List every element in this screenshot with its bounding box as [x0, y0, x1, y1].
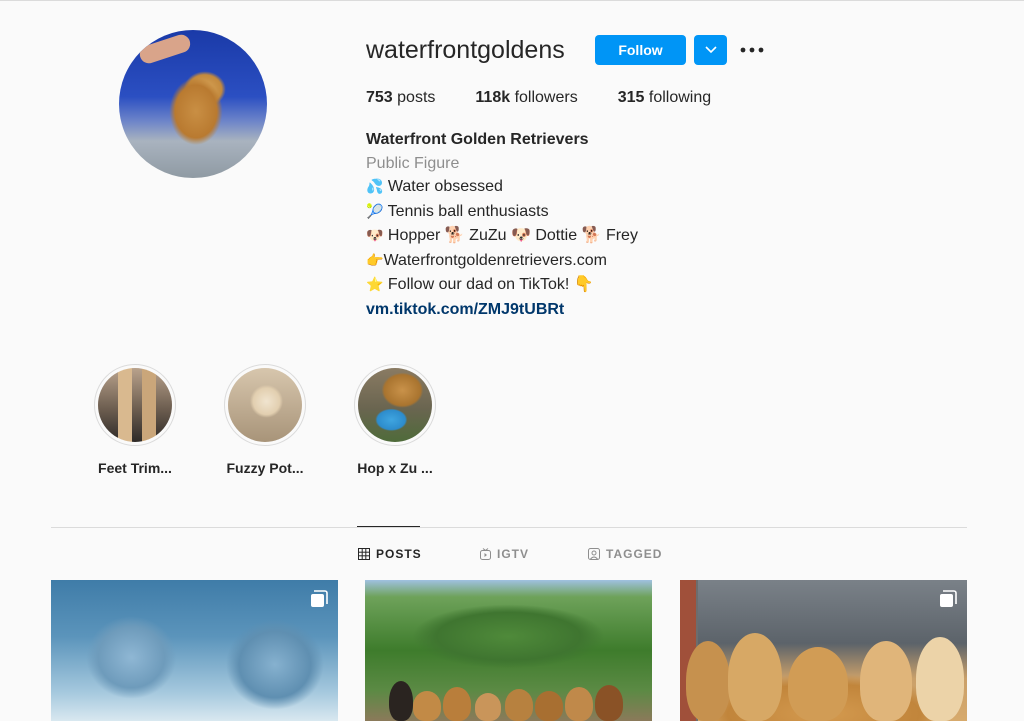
highlight-cover-image [358, 368, 432, 442]
bio-line: 🎾 Tennis ball enthusiasts [366, 202, 549, 220]
follow-button[interactable]: Follow [595, 35, 686, 65]
pointing-hand-icon: 👉 [366, 252, 384, 269]
bio-line: ⭐ Follow our dad on TikTok! 👇 [366, 276, 594, 293]
highlight-ring [354, 364, 436, 446]
igtv-icon [480, 548, 491, 560]
highlight-label: Hop x Zu ... [357, 460, 433, 476]
highlight-item[interactable]: Feet Trim... [85, 364, 185, 476]
profile-stats: 753 posts 118k followers 315 following [366, 89, 751, 107]
star-icon: ⭐ [366, 277, 384, 293]
post-thumbnail[interactable] [51, 580, 338, 721]
tagged-icon [588, 548, 600, 560]
following-count[interactable]: 315 following [618, 89, 711, 107]
dogs-in-photo [365, 675, 652, 721]
highlight-item[interactable]: Hop x Zu ... [345, 364, 445, 476]
highlight-cover-image [228, 368, 302, 442]
tabs-divider [51, 527, 967, 528]
active-tab-indicator [357, 526, 420, 527]
highlight-label: Feet Trim... [98, 460, 172, 476]
dogs-in-photo [680, 631, 967, 721]
highlight-ring [224, 364, 306, 446]
ellipsis-icon [740, 47, 764, 53]
tab-label: TAGGED [606, 547, 663, 561]
tab-label: IGTV [497, 547, 530, 561]
post-thumbnail[interactable] [365, 580, 652, 721]
followers-count[interactable]: 118k followers [475, 89, 577, 107]
suggested-accounts-button[interactable] [694, 35, 727, 65]
tab-posts[interactable]: POSTS [358, 547, 422, 561]
bio-line: 👉Waterfrontgoldenretrievers.com [366, 251, 607, 269]
carousel-icon [940, 590, 957, 607]
profile-avatar[interactable] [119, 30, 267, 178]
dog-face-icon: 🐶 [366, 228, 384, 244]
profile-bio: Waterfront Golden Retrievers Public Figu… [366, 128, 638, 321]
carousel-icon [311, 590, 328, 607]
more-options-button[interactable] [738, 38, 766, 62]
highlight-cover-image [98, 368, 172, 442]
bio-line: 🐶 Hopper 🐕 ZuZu 🐶 Dottie 🐕 Frey [366, 227, 638, 244]
bio-line: 💦 Water obsessed [366, 178, 503, 195]
profile-category: Public Figure [366, 154, 460, 172]
tab-label: POSTS [376, 547, 422, 561]
posts-count: 753 posts [366, 89, 436, 106]
profile-username: waterfrontgoldens [366, 36, 565, 64]
avatar-hand-detail [137, 32, 193, 66]
tab-tagged[interactable]: TAGGED [588, 547, 662, 561]
droplets-icon: 💦 [366, 179, 384, 195]
highlight-ring [94, 364, 176, 446]
chevron-down-icon [704, 46, 717, 54]
highlight-label: Fuzzy Pot... [226, 460, 304, 476]
post-thumbnail[interactable] [680, 580, 967, 721]
top-divider [0, 0, 1024, 1]
tennis-ball-icon: 🎾 [366, 203, 384, 220]
grid-icon [358, 548, 370, 560]
profile-full-name: Waterfront Golden Retrievers [366, 131, 589, 148]
tab-igtv[interactable]: IGTV [480, 547, 529, 561]
bio-external-link[interactable]: vm.tiktok.com/ZMJ9tUBRt [366, 301, 564, 318]
highlight-item[interactable]: Fuzzy Pot... [215, 364, 315, 476]
